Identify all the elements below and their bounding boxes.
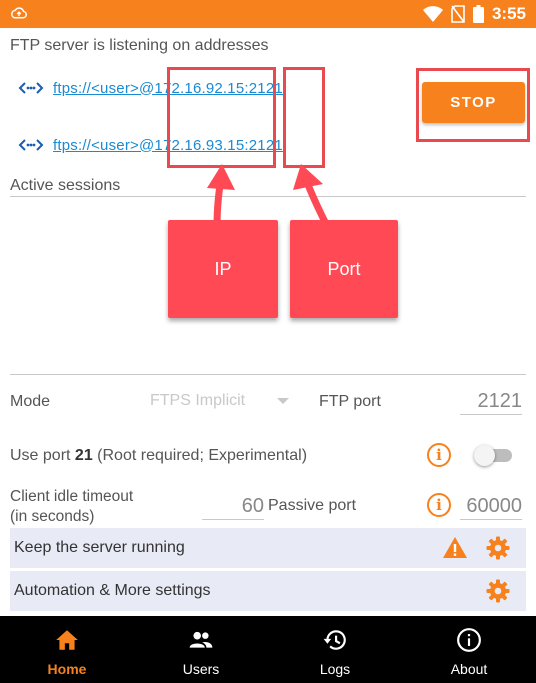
use-port-number: 21 [74,447,93,464]
port-callout: Port [290,220,398,318]
use-port-info-icon[interactable]: i [427,443,451,467]
status-time: 3:55 [491,4,526,23]
use-port-21-label: Use port 21 (Root required; Experimental… [10,447,307,465]
warning-icon[interactable] [442,536,468,559]
cloud-upload-icon [11,7,27,19]
idle-timeout-input[interactable]: 60 [202,495,264,520]
listening-label: FTP server is listening on addresses [10,37,269,54]
ip-callout: IP [168,220,278,318]
mode-select[interactable]: FTPS Implicit [150,392,245,410]
nav-label-home: Home [47,661,87,677]
passive-port-info-icon[interactable]: i [427,493,451,517]
stop-highlight-box [416,68,530,142]
history-icon [323,630,346,650]
mode-label: Mode [10,393,51,410]
settings-divider [10,374,526,375]
ip-highlight-box [167,67,276,168]
automation-row[interactable]: Automation & More settings [10,571,526,611]
users-icon [189,631,213,648]
toggle-thumb [474,445,495,466]
bottom-navigation: Home Users Logs About [0,616,536,683]
nav-label-logs: Logs [319,661,351,677]
use-port-suffix: (Root required; Experimental) [92,447,308,464]
code-link-icon [18,139,44,151]
keep-running-label: Keep the server running [14,539,185,556]
status-bar: 3:55 [0,0,536,28]
wifi-icon [422,6,443,22]
keep-running-gear-icon[interactable] [486,536,510,560]
idle-timeout-label-1: Client idle timeout [10,488,134,505]
battery-icon [472,5,484,23]
dropdown-arrow-icon[interactable] [277,398,289,404]
nav-label-users: Users [182,661,220,677]
nav-item-users[interactable]: Users [134,616,268,683]
passive-port-label: Passive port [268,497,357,514]
nav-item-logs[interactable]: Logs [268,616,402,683]
nav-item-home[interactable]: Home [0,616,134,683]
no-sim-icon [451,5,465,23]
ftp-port-input[interactable]: 2121 [460,390,522,415]
use-port-prefix: Use port [10,447,75,464]
info-icon [457,628,481,652]
idle-timeout-label-2: (in seconds) [10,508,95,525]
code-link-icon [18,82,44,94]
nav-label-about: About [450,661,488,677]
automation-gear-icon[interactable] [486,579,510,603]
use-port-21-toggle[interactable] [474,445,512,466]
automation-label: Automation & More settings [14,582,211,599]
nav-item-about[interactable]: About [402,616,536,683]
port-highlight-box [283,67,325,168]
ftp-port-label: FTP port [319,393,381,410]
passive-port-input[interactable]: 60000 [460,495,522,520]
active-sessions-label: Active sessions [10,177,121,194]
home-icon [56,630,78,650]
